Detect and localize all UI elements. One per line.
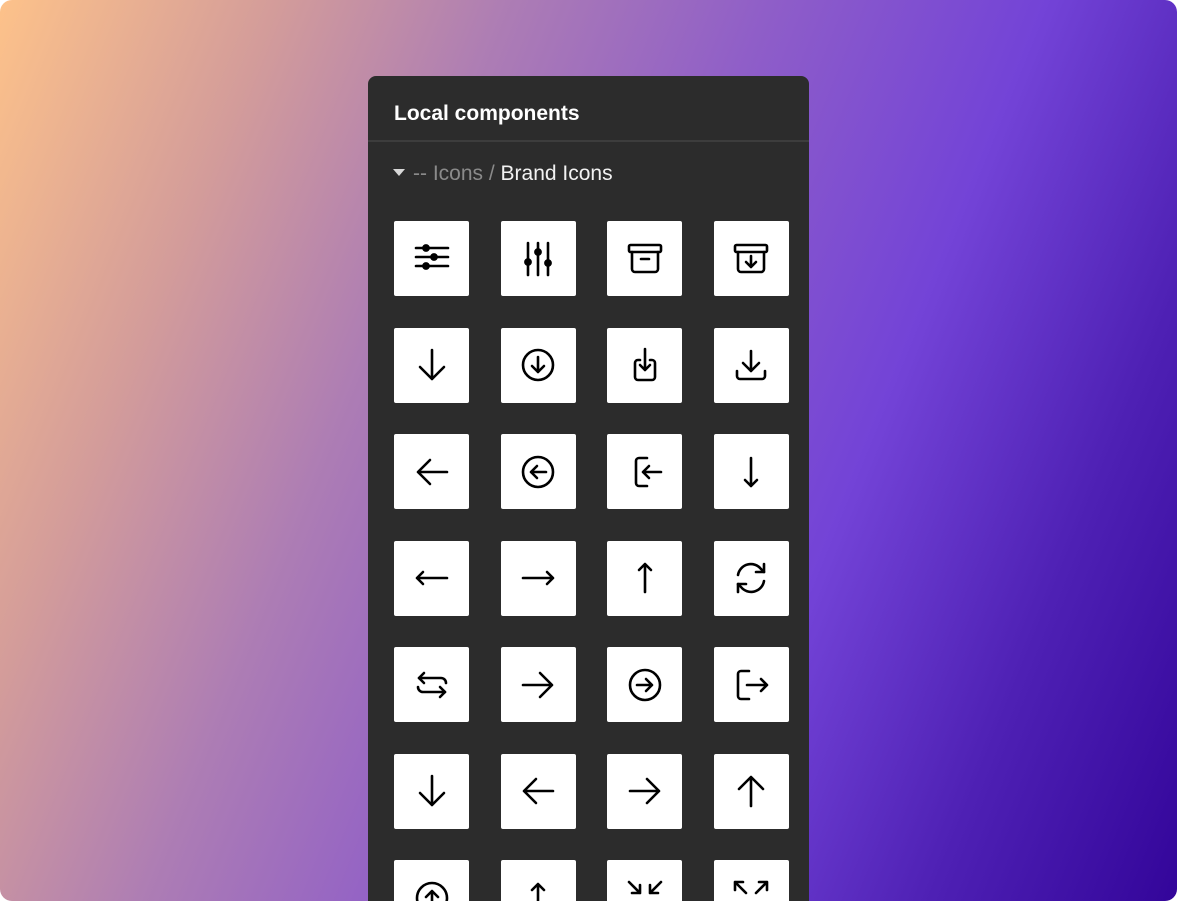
- component-tile[interactable]: [500, 860, 576, 901]
- arrow-right-icon: [521, 671, 554, 698]
- component-tile[interactable]: [394, 327, 469, 403]
- group-breadcrumb: -- Icons / Brand Icons: [413, 161, 613, 187]
- component-tile[interactable]: [607, 221, 682, 296]
- arrow-right-circle-icon: [628, 668, 661, 701]
- component-tile[interactable]: [500, 327, 576, 403]
- arrow-down-narrow-icon: [743, 456, 759, 487]
- component-tile[interactable]: [607, 753, 682, 829]
- panel-header: Local components: [368, 76, 809, 142]
- sliders-vertical-icon: [524, 241, 552, 276]
- group-parent: -- Icons: [413, 162, 484, 185]
- group-current: Brand Icons: [500, 162, 613, 185]
- caret-down-icon[interactable]: [393, 169, 405, 176]
- component-tile[interactable]: [394, 540, 469, 616]
- sliders-horizontal-icon: [414, 243, 449, 270]
- component-tile[interactable]: [607, 434, 682, 509]
- download-into-box-icon: [633, 347, 656, 382]
- component-group-header[interactable]: -- Icons / Brand Icons: [368, 160, 809, 188]
- panel-title: Local components: [394, 102, 580, 125]
- local-components-panel: Local components -- Icons / Brand Icons: [368, 76, 809, 901]
- login-icon: [634, 456, 662, 487]
- archive-download-icon: [733, 243, 769, 273]
- arrow-left-circle-icon: [521, 455, 555, 488]
- download-icon: [735, 349, 767, 381]
- arrow-left-narrow-icon: [415, 570, 448, 586]
- repeat-icon: [416, 671, 447, 698]
- arrow-left-icon: [416, 458, 448, 485]
- group-separator: /: [483, 162, 501, 185]
- arrow-up-icon: [737, 775, 765, 808]
- maximize-icon: [733, 880, 769, 894]
- component-tile[interactable]: [500, 434, 576, 509]
- component-tile[interactable]: [607, 860, 682, 901]
- arrow-right-narrow-icon: [521, 570, 555, 586]
- arrow-down-circle-icon: [521, 348, 555, 382]
- arrow-up-circle-icon: [415, 881, 448, 901]
- arrow-left-icon: [522, 777, 555, 805]
- component-tile[interactable]: [500, 540, 576, 616]
- component-tile[interactable]: [713, 753, 789, 829]
- component-tile[interactable]: [713, 860, 789, 901]
- component-tile[interactable]: [394, 753, 469, 829]
- arrow-up-narrow-icon: [637, 562, 652, 594]
- component-tile[interactable]: [394, 860, 469, 901]
- component-tile[interactable]: [607, 540, 682, 616]
- component-tile[interactable]: [713, 327, 789, 403]
- component-tile[interactable]: [713, 540, 789, 616]
- arrow-right-icon: [628, 777, 660, 805]
- arrow-down-icon: [418, 774, 445, 807]
- logout-icon: [736, 669, 769, 700]
- refresh-icon: [736, 562, 766, 594]
- component-tile[interactable]: [607, 327, 682, 403]
- component-tile[interactable]: [500, 647, 576, 722]
- arrow-down-icon: [418, 348, 445, 381]
- component-grid: [394, 221, 789, 901]
- component-tile[interactable]: [394, 221, 469, 296]
- component-tile[interactable]: [713, 647, 789, 722]
- arrow-up-narrow-icon: [530, 882, 546, 901]
- component-tile[interactable]: [500, 753, 576, 829]
- component-tile[interactable]: [394, 434, 469, 509]
- component-tile[interactable]: [713, 221, 789, 296]
- component-tile[interactable]: [713, 434, 789, 509]
- component-tile[interactable]: [607, 647, 682, 722]
- minimize-icon: [627, 880, 662, 894]
- component-tile[interactable]: [394, 647, 469, 722]
- archive-icon: [627, 243, 662, 273]
- component-tile[interactable]: [500, 221, 576, 296]
